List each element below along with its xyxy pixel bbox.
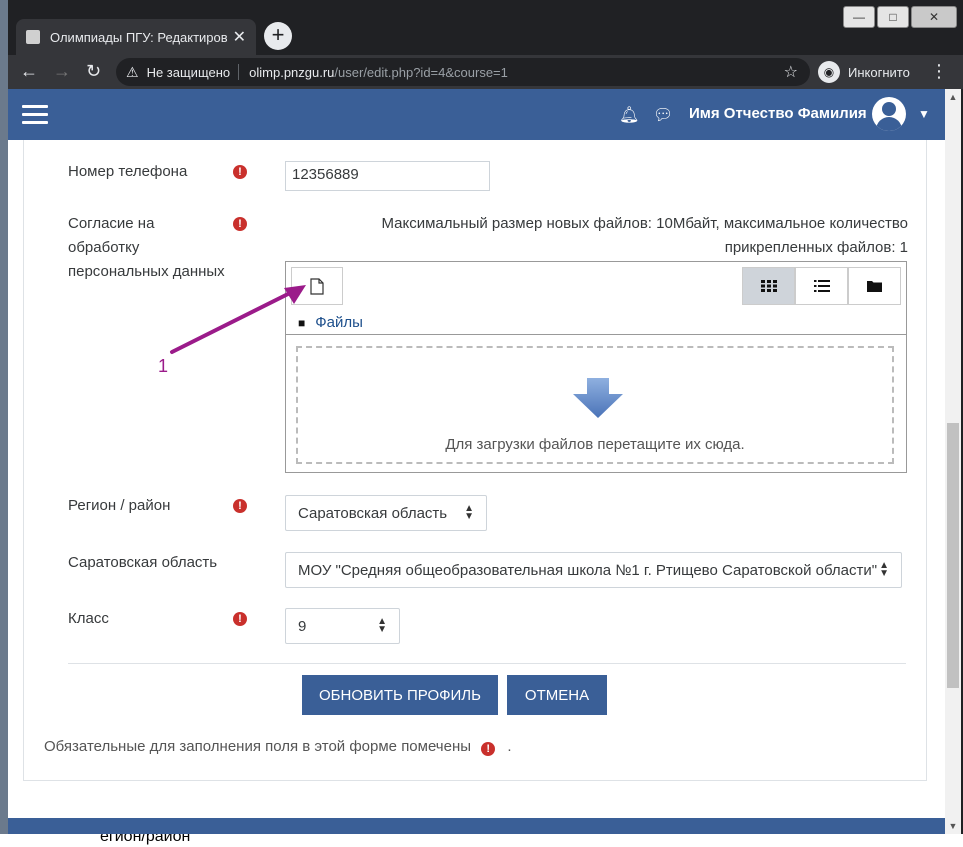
phone-input[interactable]: 12356889 <box>285 161 490 191</box>
consent-label: Согласие на обработку персональных данны… <box>68 212 225 284</box>
incognito-indicator[interactable]: ◉ Инкогнито <box>818 58 910 86</box>
select-arrows-icon: ▲ ▼ <box>464 503 474 522</box>
grade-select[interactable]: 9 ▲ ▼ <box>285 608 400 644</box>
chat-bubble-icon[interactable]: 💬︎ <box>653 105 673 125</box>
bookmark-star-icon[interactable]: ☆ <box>784 62 798 82</box>
required-icon: ! <box>233 165 247 179</box>
annotation-arrow-icon <box>170 285 306 354</box>
required-icon: ! <box>233 499 247 513</box>
folder-icon <box>867 281 882 292</box>
file-icon <box>310 277 324 295</box>
incognito-label: Инкогнито <box>848 64 910 80</box>
required-note: Обязательные для заполнения поля в этой … <box>44 738 512 756</box>
cancel-button[interactable]: ОТМЕНА <box>507 675 607 715</box>
window-controls: — □ ✕ <box>843 6 957 28</box>
select-arrows-icon: ▲ ▼ <box>879 560 889 579</box>
security-label: Не защищено <box>146 64 231 80</box>
user-name[interactable]: Имя Отчество Фамилия <box>689 105 867 122</box>
region-label: Регион / район <box>68 497 171 514</box>
scroll-down-icon[interactable]: ▼ <box>945 818 961 834</box>
close-window-button[interactable]: ✕ <box>911 6 957 28</box>
required-note-end: . <box>507 738 512 755</box>
view-mode-buttons <box>742 267 901 305</box>
file-info-line: прикрепленных файлов: 1 <box>724 239 908 256</box>
title-bar: — □ ✕ Олимпиады ПГУ: Редактировать ✕ + <box>0 0 963 55</box>
avatar[interactable] <box>872 97 906 131</box>
file-info-line: Максимальный размер новых файлов: 10Мбай… <box>381 215 908 232</box>
hamburger-menu-icon[interactable] <box>22 105 48 125</box>
grid-view-button[interactable] <box>742 267 795 305</box>
drop-hint: Для загрузки файлов перетащите их сюда. <box>445 436 745 453</box>
region-select[interactable]: Саратовская область ▲ ▼ <box>285 495 487 531</box>
reload-icon[interactable]: ↻ <box>86 61 101 82</box>
file-manager: ■ Файлы Для загрузки файлов перетащите их… <box>285 261 907 473</box>
tree-view-button[interactable] <box>848 267 901 305</box>
school-select[interactable]: МОУ "Средняя общеобразовательная школа №… <box>285 552 902 588</box>
url-path: /user/edit.php?id=4&course=1 <box>334 64 508 80</box>
favicon-icon <box>26 30 40 44</box>
scrollbar-thumb[interactable] <box>947 423 959 688</box>
grade-value: 9 <box>298 617 307 635</box>
warning-icon: ⚠ <box>126 63 139 80</box>
bottom-text: егион/район <box>100 834 191 845</box>
forward-icon[interactable]: → <box>53 61 71 82</box>
divider <box>68 663 906 664</box>
list-icon <box>813 280 830 292</box>
browser-tab[interactable]: Олимпиады ПГУ: Редактировать ✕ <box>16 19 256 55</box>
window-edge <box>0 0 8 847</box>
annotation-number: 1 <box>158 356 169 376</box>
tab-title: Олимпиады ПГУ: Редактировать <box>50 29 227 45</box>
new-tab-button[interactable]: + <box>264 22 292 50</box>
consent-label-line: обработку <box>68 239 140 256</box>
grid-icon <box>760 280 777 292</box>
page-content: Номер телефона ! 12356889 Согласие на об… <box>8 140 945 838</box>
required-icon: ! <box>233 612 247 626</box>
maximize-button[interactable]: □ <box>877 6 909 28</box>
omnibox[interactable]: ⚠ Не защищено olimp.pnzgu.ru/user/edit.p… <box>116 58 810 86</box>
bottom-strip: егион/район <box>0 834 963 847</box>
download-arrow-icon <box>573 378 623 418</box>
vertical-scrollbar[interactable]: ▲ ▼ <box>945 89 961 834</box>
file-drop-zone[interactable]: Для загрузки файлов перетащите их сюда. <box>296 346 894 464</box>
path-label[interactable]: Файлы <box>315 314 363 331</box>
browser-menu-icon[interactable]: ⋮ <box>930 61 948 82</box>
divider <box>286 334 906 335</box>
grade-label: Класс <box>68 610 109 627</box>
site-header: 🔔︎ 💬︎ Имя Отчество Фамилия ▼ <box>8 89 945 140</box>
required-icon: ! <box>481 742 496 756</box>
separator <box>238 64 240 80</box>
school-value: МОУ "Средняя общеобразовательная школа №… <box>298 561 878 579</box>
minimize-button[interactable]: — <box>843 6 875 28</box>
bell-icon[interactable]: 🔔︎ <box>619 105 639 125</box>
address-bar: ← → ↻ ⚠ Не защищено olimp.pnzgu.ru/user/… <box>0 55 963 89</box>
school-label: Саратовская область <box>68 554 218 571</box>
required-icon: ! <box>233 217 247 231</box>
region-value: Саратовская область <box>298 504 448 522</box>
select-arrows-icon: ▲ ▼ <box>377 616 387 635</box>
consent-label-line: Согласие на <box>68 215 155 232</box>
required-note-text: Обязательные для заполнения поля в этой … <box>44 738 472 755</box>
url-host: olimp.pnzgu.ru <box>249 64 335 80</box>
phone-label: Номер телефона <box>68 163 188 180</box>
list-view-button[interactable] <box>795 267 848 305</box>
file-limits-info: Максимальный размер новых файлов: 10Мбай… <box>308 212 908 260</box>
update-profile-button[interactable]: ОБНОВИТЬ ПРОФИЛЬ <box>302 675 498 715</box>
back-icon[interactable]: ← <box>20 61 38 82</box>
incognito-icon: ◉ <box>818 61 840 83</box>
tab-close-icon[interactable]: ✕ <box>233 27 246 47</box>
caret-down-icon[interactable]: ▼ <box>918 107 930 121</box>
scroll-up-icon[interactable]: ▲ <box>945 89 961 105</box>
